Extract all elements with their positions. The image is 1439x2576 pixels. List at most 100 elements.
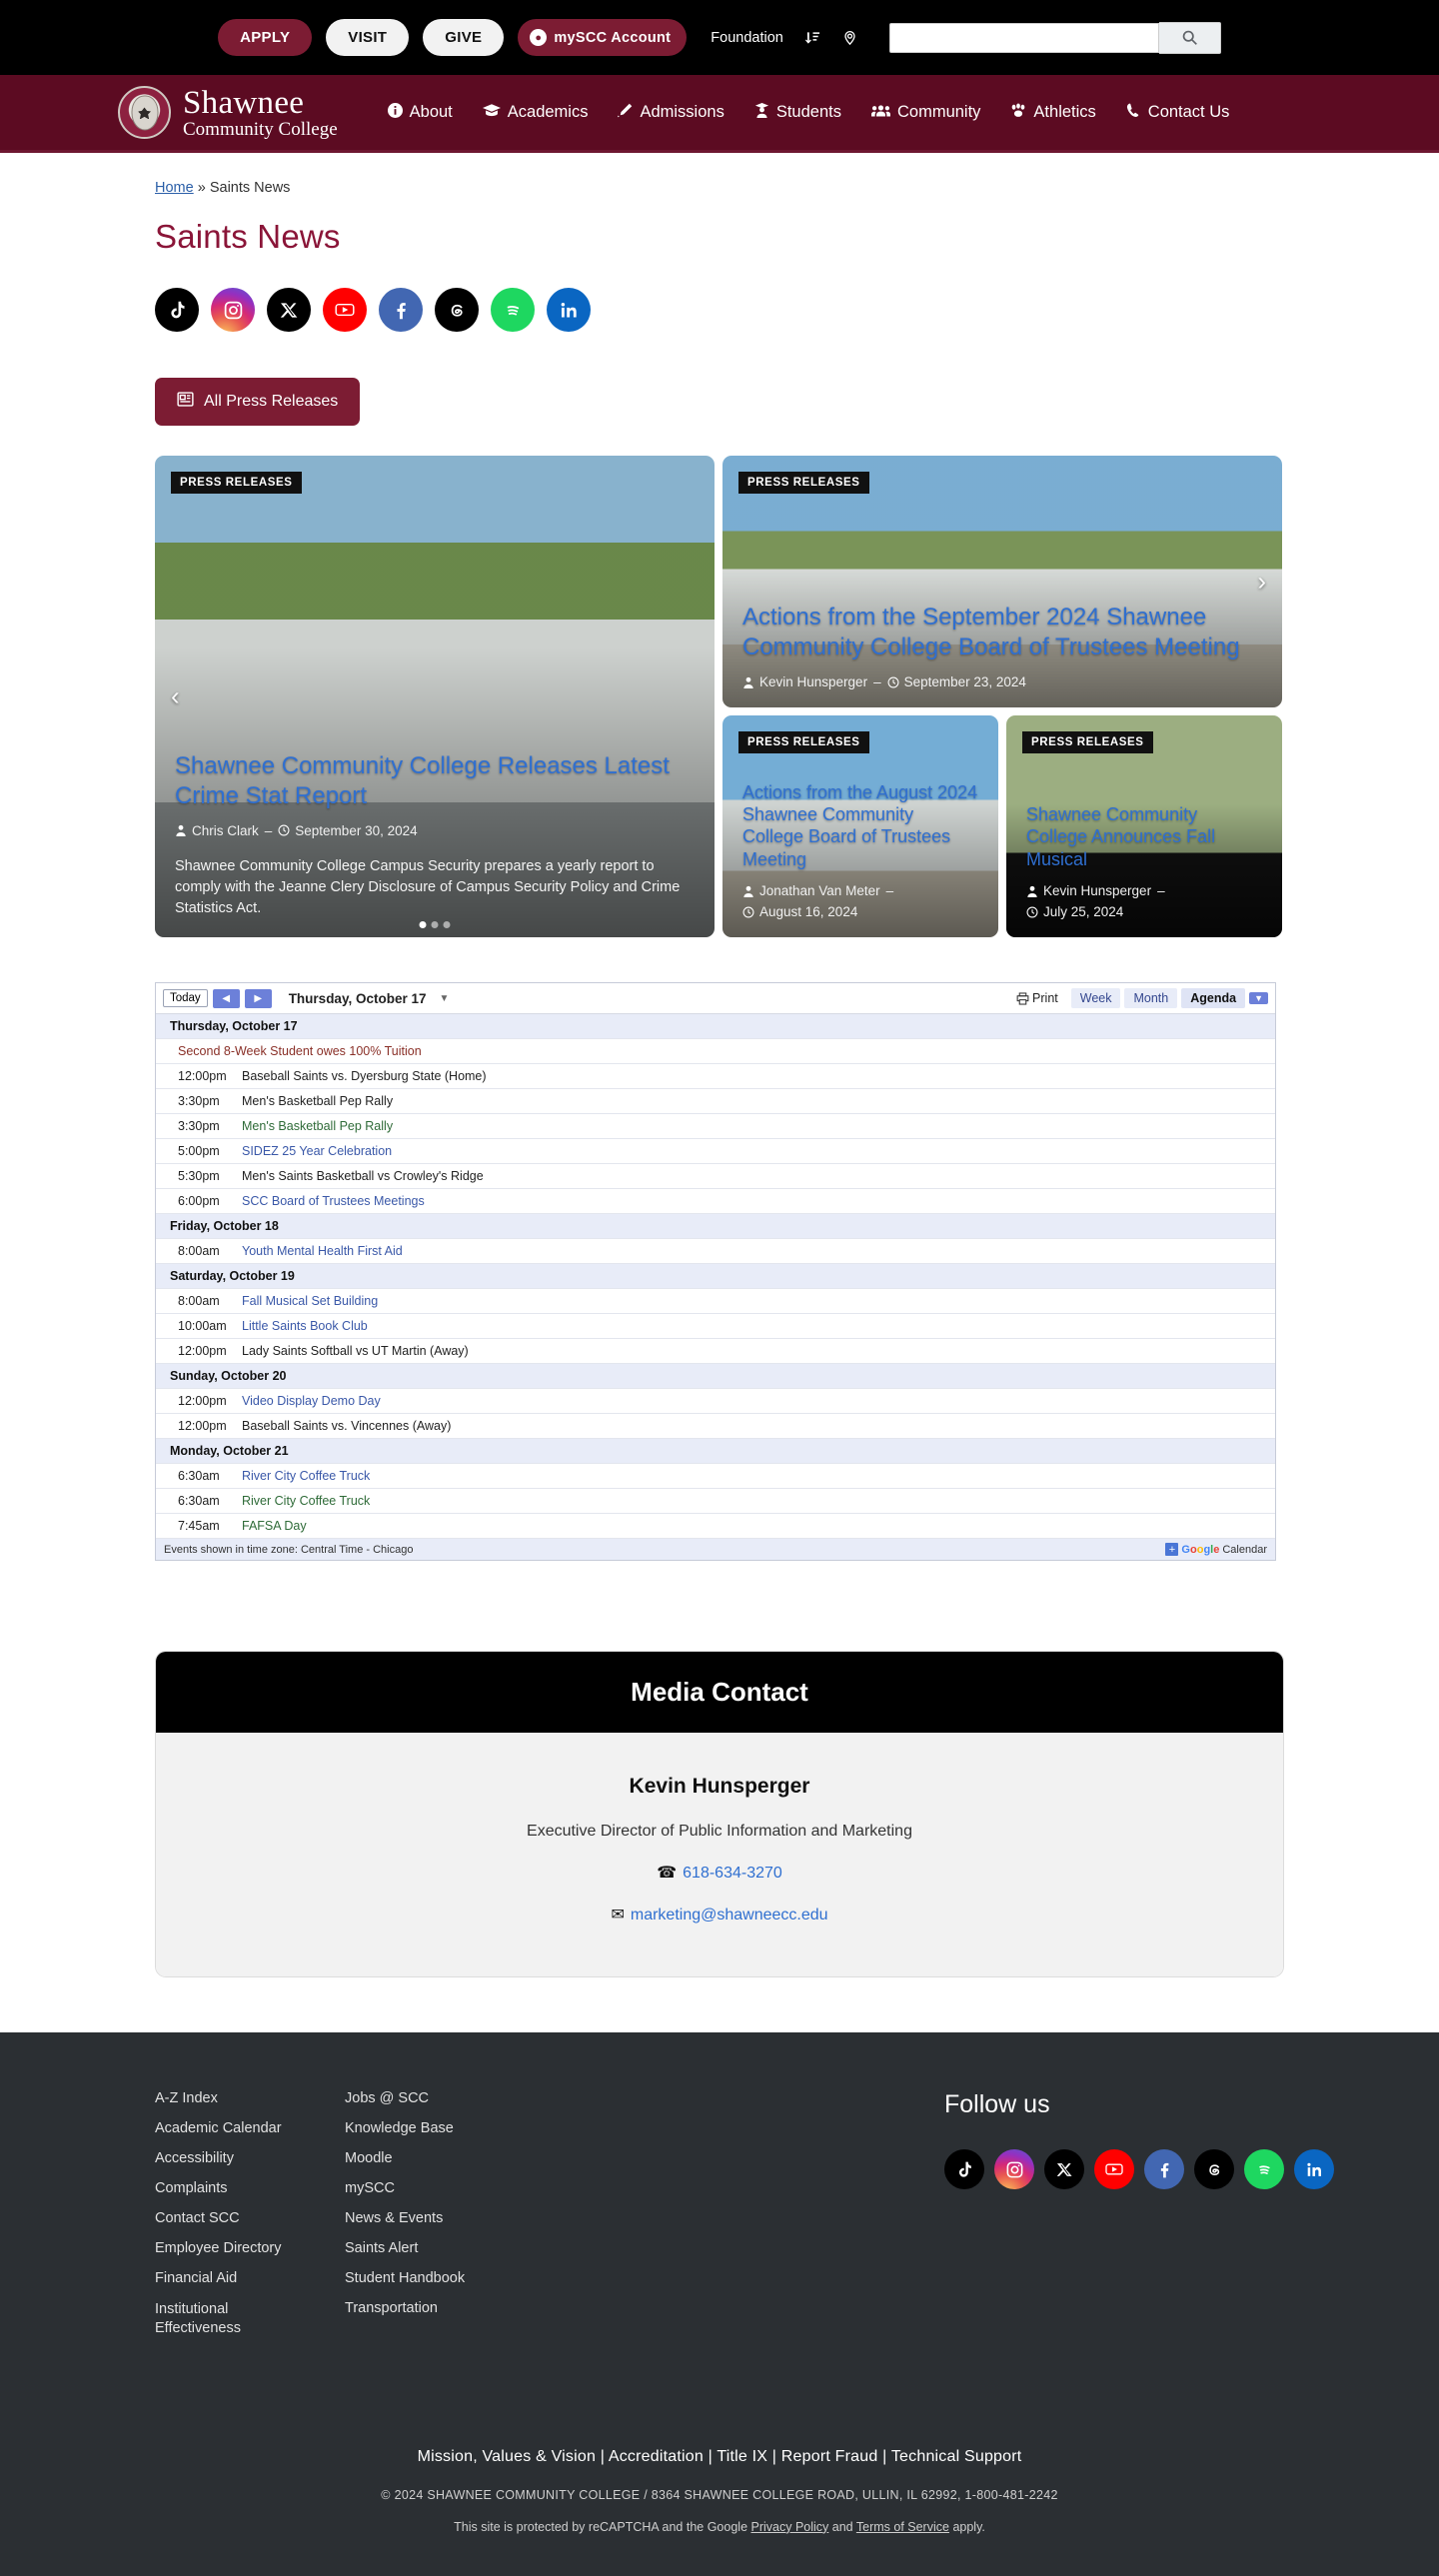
threads-icon[interactable] — [1194, 2149, 1234, 2189]
event-name[interactable]: Men's Basketball Pep Rally — [242, 1113, 1275, 1139]
carousel-next-arrow[interactable]: › — [1257, 567, 1266, 598]
event-name[interactable]: Baseball Saints vs. Vincennes (Away) — [242, 1413, 1275, 1439]
give-button[interactable]: GIVE — [423, 19, 505, 56]
news-card-4[interactable]: PRESS RELEASES Shawnee Community College… — [1006, 715, 1282, 937]
facebook-icon[interactable] — [379, 288, 423, 332]
footer-link[interactable]: Complaints — [155, 2180, 345, 2196]
footer-link[interactable]: Jobs @ SCC — [345, 2090, 535, 2106]
calendar-event-row[interactable]: 6:30am River City Coffee Truck — [156, 1488, 1275, 1514]
calendar-print-button[interactable]: Print — [1007, 988, 1067, 1008]
calendar-event-row[interactable]: 6:30am River City Coffee Truck — [156, 1463, 1275, 1489]
instagram-icon[interactable] — [994, 2149, 1034, 2189]
spotify-icon[interactable] — [1244, 2149, 1284, 2189]
footer-bottom-link[interactable]: Accreditation — [609, 2448, 704, 2465]
event-name[interactable]: Second 8-Week Student owes 100% Tuition — [156, 1038, 1275, 1064]
nav-item-students[interactable]: Students — [754, 102, 841, 123]
calendar-date-dropdown-icon[interactable]: ▼ — [439, 993, 449, 1004]
carousel-dot[interactable] — [443, 921, 451, 928]
event-name[interactable]: SIDEZ 25 Year Celebration — [242, 1138, 1275, 1164]
event-name[interactable]: Lady Saints Softball vs UT Martin (Away) — [242, 1338, 1275, 1364]
calendar-event-row[interactable]: 7:45am FAFSA Day — [156, 1513, 1275, 1539]
event-name[interactable]: River City Coffee Truck — [242, 1463, 1275, 1489]
youtube-icon[interactable] — [1094, 2149, 1134, 2189]
calendar-event-row[interactable]: 6:00pm SCC Board of Trustees Meetings — [156, 1188, 1275, 1214]
event-name[interactable]: Video Display Demo Day — [242, 1388, 1275, 1414]
event-name[interactable]: Baseball Saints vs. Dyersburg State (Hom… — [242, 1063, 1275, 1089]
calendar-event-row[interactable]: 12:00pm Lady Saints Softball vs UT Martin… — [156, 1338, 1275, 1364]
footer-bottom-link[interactable]: Report Fraud — [781, 2448, 878, 2465]
footer-link[interactable]: Employee Directory — [155, 2240, 345, 2256]
event-name[interactable]: SCC Board of Trustees Meetings — [242, 1188, 1275, 1214]
carousel-prev-arrow[interactable]: ‹ — [171, 681, 180, 712]
footer-link[interactable]: Saints Alert — [345, 2240, 535, 2256]
calendar-event-row[interactable]: 12:00pm Baseball Saints vs. Vincennes (Aw… — [156, 1413, 1275, 1439]
footer-bottom-link[interactable]: Technical Support — [891, 2448, 1022, 2465]
nav-item-contact-us[interactable]: Contact Us — [1126, 103, 1229, 123]
site-logo[interactable]: Shawnee Community College — [118, 86, 338, 139]
youtube-icon[interactable] — [323, 288, 367, 332]
footer-bottom-link[interactable]: Title IX — [717, 2448, 767, 2465]
nav-item-community[interactable]: Community — [870, 103, 980, 123]
spotify-icon[interactable] — [491, 288, 535, 332]
search-input[interactable] — [888, 22, 1159, 53]
privacy-policy-link[interactable]: Privacy Policy — [751, 2520, 829, 2534]
calendar-event-row[interactable]: 3:30pm Men's Basketball Pep Rally — [156, 1113, 1275, 1139]
calendar-view-dropdown-icon[interactable]: ▼ — [1249, 992, 1268, 1004]
myscc-account-button[interactable]: ● mySCC Account — [518, 19, 688, 56]
nav-item-academics[interactable]: Academics — [482, 103, 588, 123]
nav-item-athletics[interactable]: Athletics — [1010, 102, 1096, 123]
footer-link[interactable]: Contact SCC — [155, 2210, 345, 2226]
footer-link[interactable]: Academic Calendar — [155, 2120, 345, 2136]
linkedin-icon[interactable] — [1294, 2149, 1334, 2189]
tiktok-icon[interactable] — [155, 288, 199, 332]
breadcrumb-home-link[interactable]: Home — [155, 180, 194, 196]
media-contact-phone-link[interactable]: ☎ 618-634-3270 — [156, 1863, 1283, 1883]
threads-icon[interactable] — [435, 288, 479, 332]
instagram-icon[interactable] — [211, 288, 255, 332]
media-contact-email-link[interactable]: ✉ marketing@shawneecc.edu — [156, 1905, 1283, 1925]
calendar-event-row[interactable]: 8:00am Fall Musical Set Building — [156, 1288, 1275, 1314]
footer-link[interactable]: Financial Aid — [155, 2270, 345, 2286]
accessibility-toggle-icon[interactable] — [804, 30, 820, 46]
footer-link[interactable]: Institutional Effectiveness — [155, 2300, 265, 2338]
news-card-featured[interactable]: PRESS RELEASES Shawnee Community College… — [155, 456, 715, 937]
footer-link[interactable]: News & Events — [345, 2210, 535, 2226]
calendar-event-row[interactable]: 5:00pm SIDEZ 25 Year Celebration — [156, 1138, 1275, 1164]
calendar-view-month[interactable]: Month — [1124, 988, 1178, 1008]
x-twitter-icon[interactable] — [267, 288, 311, 332]
calendar-event-row[interactable]: 12:00pm Baseball Saints vs. Dyersburg Sta… — [156, 1063, 1275, 1089]
event-name[interactable]: Youth Mental Health First Aid — [242, 1238, 1275, 1264]
terms-of-service-link[interactable]: Terms of Service — [856, 2520, 949, 2534]
footer-link[interactable]: Student Handbook — [345, 2270, 535, 2286]
calendar-event-row[interactable]: 5:30pm Men's Saints Basketball vs Crowley… — [156, 1163, 1275, 1189]
event-name[interactable]: FAFSA Day — [242, 1513, 1275, 1539]
carousel-dot[interactable] — [431, 921, 439, 928]
foundation-link[interactable]: Foundation — [711, 30, 783, 46]
nav-item-admissions[interactable]: Admissions — [618, 103, 724, 123]
footer-link[interactable]: mySCC — [345, 2180, 535, 2196]
footer-link[interactable]: A-Z Index — [155, 2090, 345, 2106]
google-calendar-link[interactable]: + Google Calendar — [1165, 1543, 1267, 1556]
event-name[interactable]: Fall Musical Set Building — [242, 1288, 1275, 1314]
facebook-icon[interactable] — [1144, 2149, 1184, 2189]
news-card-3[interactable]: PRESS RELEASES Actions from the August 2… — [722, 715, 998, 937]
calendar-event-row[interactable]: 12:00pm Video Display Demo Day — [156, 1388, 1275, 1414]
calendar-next-button[interactable]: ▶ — [244, 988, 272, 1008]
footer-link[interactable]: Transportation — [345, 2300, 535, 2316]
event-name[interactable]: Little Saints Book Club — [242, 1313, 1275, 1339]
search-submit-button[interactable] — [1158, 21, 1221, 54]
all-press-releases-button[interactable]: All Press Releases — [155, 378, 361, 426]
x-twitter-icon[interactable] — [1044, 2149, 1084, 2189]
calendar-event-row[interactable]: 3:30pm Men's Basketball Pep Rally — [156, 1088, 1275, 1114]
footer-link[interactable]: Accessibility — [155, 2150, 345, 2166]
carousel-dot[interactable] — [419, 921, 427, 928]
tiktok-icon[interactable] — [944, 2149, 984, 2189]
footer-link[interactable]: Moodle — [345, 2150, 535, 2166]
calendar-event-row[interactable]: Second 8-Week Student owes 100% Tuition — [156, 1038, 1275, 1064]
calendar-today-button[interactable]: Today — [163, 989, 208, 1007]
apply-button[interactable]: APPLY — [218, 19, 313, 56]
news-card-2[interactable]: PRESS RELEASES Actions from the Septembe… — [722, 456, 1282, 707]
linkedin-icon[interactable] — [547, 288, 591, 332]
calendar-view-agenda[interactable]: Agenda — [1181, 988, 1246, 1008]
nav-item-about[interactable]: About — [387, 102, 453, 123]
